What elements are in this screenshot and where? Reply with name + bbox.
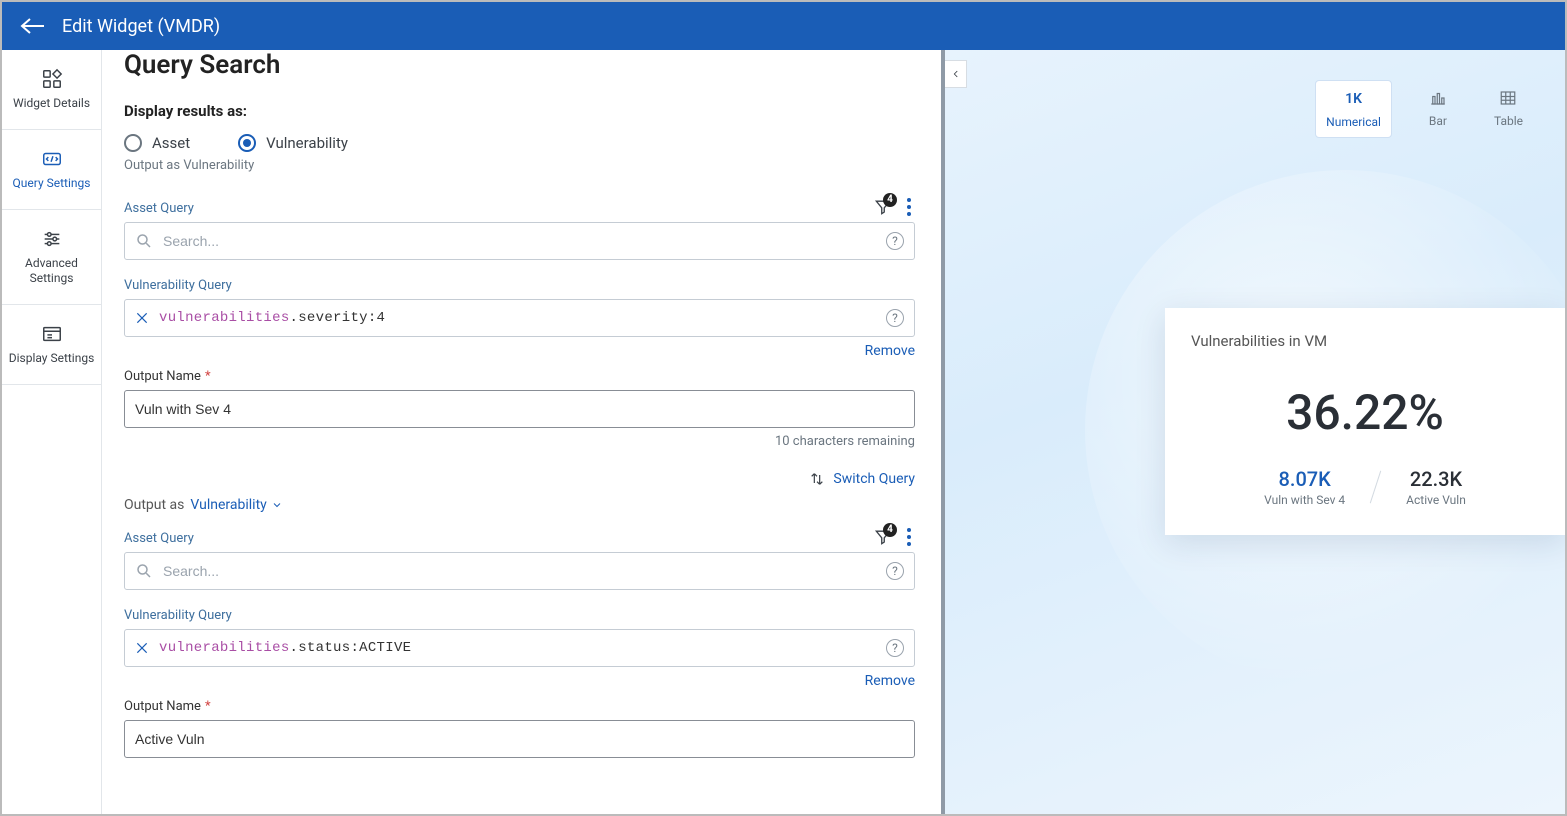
sidebar-item-label: Advanced Settings <box>6 256 97 286</box>
clear-icon[interactable] <box>135 311 149 325</box>
asset-query-field-2[interactable] <box>163 563 876 579</box>
vuln-query-label-2: Vulnerability Query <box>124 608 915 623</box>
kebab-menu-icon[interactable] <box>903 526 915 548</box>
vuln-query-code-1: vulnerabilities.severity:4 <box>159 310 876 326</box>
help-icon[interactable]: ? <box>886 639 904 657</box>
search-icon <box>135 232 153 250</box>
advanced-settings-icon <box>41 228 63 250</box>
vuln-query-code-2: vulnerabilities.status:ACTIVE <box>159 640 876 656</box>
help-icon[interactable]: ? <box>886 232 904 250</box>
radio-dot-icon <box>238 134 256 152</box>
vuln-query-input-1[interactable]: vulnerabilities.severity:4 ? <box>124 299 915 337</box>
filter-icon[interactable]: 4 <box>873 197 893 217</box>
preview-percentage: 36.22% <box>1191 384 1539 441</box>
filter-count-badge: 4 <box>883 193 897 207</box>
sidebar-item-label: Query Settings <box>13 176 91 191</box>
radio-vulnerability-label: Vulnerability <box>266 134 348 152</box>
output-name-input-2[interactable] <box>124 720 915 758</box>
numerical-icon: 1K <box>1345 89 1362 109</box>
display-settings-icon <box>41 323 63 345</box>
output-as-label: Output as <box>124 497 184 513</box>
display-results-label: Display results as: <box>124 102 915 120</box>
section-title: Query Search <box>124 50 915 80</box>
search-icon <box>135 562 153 580</box>
collapse-preview-button[interactable] <box>945 60 967 88</box>
asset-query-label-2: Asset Query <box>124 531 194 546</box>
page-title: Edit Widget (VMDR) <box>62 16 220 37</box>
table-icon <box>1498 88 1518 108</box>
center-panel: Query Search Display results as: Asset V… <box>102 50 945 814</box>
view-numerical[interactable]: 1K Numerical <box>1315 80 1392 138</box>
asset-query-input-2[interactable]: ? <box>124 552 915 590</box>
asset-query-field-1[interactable] <box>163 233 876 249</box>
vuln-query-input-2[interactable]: vulnerabilities.status:ACTIVE ? <box>124 629 915 667</box>
sidebar-item-query-settings[interactable]: Query Settings <box>2 130 101 210</box>
asset-query-label: Asset Query <box>124 201 194 216</box>
view-table[interactable]: Table <box>1484 80 1533 138</box>
remove-query-2[interactable]: Remove <box>865 673 915 689</box>
filter-count-badge: 4 <box>883 523 897 537</box>
kebab-menu-icon[interactable] <box>903 196 915 218</box>
preview-card: Vulnerabilities in VM 36.22% 8.07K Vuln … <box>1165 308 1565 535</box>
asset-query-input-1[interactable]: ? <box>124 222 915 260</box>
metric-divider <box>1370 471 1381 504</box>
view-bar[interactable]: Bar <box>1418 80 1458 138</box>
sidebar: Widget Details Query Settings Advanced S… <box>2 50 102 814</box>
bar-chart-icon <box>1428 88 1448 108</box>
switch-query-button[interactable]: Switch Query <box>809 471 915 487</box>
chevron-down-icon <box>271 499 283 511</box>
radio-dot-icon <box>124 134 142 152</box>
widget-details-icon <box>41 68 63 90</box>
sidebar-item-widget-details[interactable]: Widget Details <box>2 50 101 130</box>
radio-asset[interactable]: Asset <box>124 134 190 152</box>
query-settings-icon <box>41 148 63 170</box>
radio-vulnerability[interactable]: Vulnerability <box>238 134 348 152</box>
sidebar-item-display-settings[interactable]: Display Settings <box>2 305 101 385</box>
sidebar-item-label: Display Settings <box>9 351 95 366</box>
vuln-query-label: Vulnerability Query <box>124 278 915 293</box>
output-name-label-2: Output Name* <box>124 699 915 714</box>
help-icon[interactable]: ? <box>886 309 904 327</box>
remove-query-1[interactable]: Remove <box>865 343 915 359</box>
output-as-note: Output as Vulnerability <box>124 158 915 173</box>
preview-metric-2: 22.3K Active Vuln <box>1406 467 1466 507</box>
preview-metric-1: 8.07K Vuln with Sev 4 <box>1264 467 1345 507</box>
output-name-field-2[interactable] <box>135 731 904 747</box>
output-name-field-1[interactable] <box>135 401 904 417</box>
output-name-label: Output Name* <box>124 369 915 384</box>
switch-icon <box>809 471 825 487</box>
output-as-dropdown[interactable]: Vulnerability <box>190 497 282 513</box>
chevron-left-icon <box>951 68 961 80</box>
output-name-input-1[interactable] <box>124 390 915 428</box>
header-bar: Edit Widget (VMDR) <box>2 2 1565 50</box>
radio-asset-label: Asset <box>152 134 190 152</box>
sidebar-item-advanced-settings[interactable]: Advanced Settings <box>2 210 101 305</box>
back-arrow-icon[interactable] <box>20 16 46 36</box>
help-icon[interactable]: ? <box>886 562 904 580</box>
sidebar-item-label: Widget Details <box>13 96 90 111</box>
preview-panel: 1K Numerical Bar Table Vulnerabilities i… <box>945 50 1565 814</box>
filter-icon[interactable]: 4 <box>873 527 893 547</box>
preview-card-title: Vulnerabilities in VM <box>1191 332 1539 350</box>
view-switch: 1K Numerical Bar Table <box>1315 80 1533 138</box>
clear-icon[interactable] <box>135 641 149 655</box>
chars-remaining-1: 10 characters remaining <box>124 434 915 449</box>
